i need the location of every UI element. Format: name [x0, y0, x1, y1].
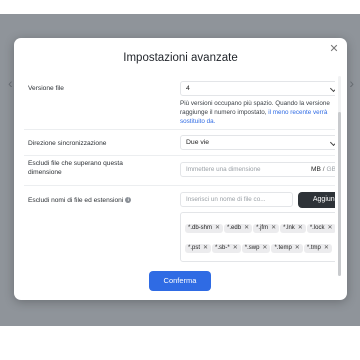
- settings-content: Versione file 4 Più versioni occupano pi…: [24, 76, 335, 270]
- exclude-names-placeholder: Inserisci un nome di file co...: [186, 196, 266, 203]
- remove-tag-icon[interactable]: ✕: [244, 225, 249, 231]
- sync-direction-value: Due vie: [186, 139, 210, 146]
- version-select[interactable]: 4: [180, 81, 335, 96]
- exclude-names-label: Escludi nomi di file ed estensioni i: [28, 196, 148, 205]
- exclude-size-label: Escludi file che superano questa dimensi…: [28, 160, 123, 176]
- exclusion-tag: *.tmp ✕: [303, 244, 332, 253]
- remove-tag-icon[interactable]: ✕: [203, 245, 208, 251]
- exclude-size-row: Escludi file che superano questa dimensi…: [24, 156, 335, 186]
- exclusion-tag-label: *.edb: [227, 225, 242, 231]
- version-value: 4: [186, 85, 190, 92]
- confirm-button[interactable]: Conferma: [149, 271, 211, 291]
- unit-separator: /: [322, 166, 325, 173]
- remove-tag-icon[interactable]: ✕: [233, 245, 238, 251]
- chevron-left-icon[interactable]: ‹: [8, 76, 13, 90]
- exclude-names-row: Escludi nomi di file ed estensioni i Inse…: [24, 186, 335, 270]
- exclusion-tag-label: *.db-shm: [188, 225, 213, 231]
- advanced-settings-dialog: ✕ Impostazioni avanzate Versione file 4 …: [14, 38, 347, 300]
- exclusion-tag: *.sb-* ✕: [212, 244, 241, 253]
- chevron-right-icon[interactable]: ›: [349, 76, 354, 90]
- remove-tag-icon[interactable]: ✕: [328, 225, 333, 231]
- unit-mb[interactable]: MB: [311, 166, 321, 173]
- exclusion-tag: *.lock ✕: [306, 224, 335, 233]
- info-icon[interactable]: i: [125, 197, 132, 204]
- sync-direction-row: Direzione sincronizzazione Due vie: [24, 130, 335, 156]
- exclusion-tag-label: *.swp: [244, 245, 260, 251]
- exclusion-tag: *.db-shm ✕: [185, 224, 224, 233]
- exclude-names-input[interactable]: Inserisci un nome di file co...: [180, 192, 293, 207]
- scrollbar[interactable]: [338, 76, 341, 276]
- unit-toggle[interactable]: MB / GB: [311, 163, 335, 176]
- remove-tag-icon[interactable]: ✕: [215, 225, 220, 231]
- add-button[interactable]: Aggiungi: [298, 192, 335, 208]
- background-bottom: [0, 326, 360, 360]
- dialog-title: Impostazioni avanzate: [123, 52, 238, 64]
- excluded-names-list: *.db-shm ✕ *.edb ✕ *.jfm ✕ *.lnk ✕ *.lock ✕*.pst ✕…: [180, 212, 335, 262]
- unit-gb[interactable]: GB: [326, 166, 335, 173]
- exclusion-tag-label: *.sb-*: [215, 245, 230, 251]
- exclusion-tag-label: *.temp: [274, 245, 292, 251]
- exclusion-tag: *.swp ✕: [241, 244, 271, 253]
- remove-tag-icon[interactable]: ✕: [324, 245, 329, 251]
- chevron-down-icon: [329, 84, 335, 93]
- exclude-size-input[interactable]: Immettere una dimensione MB / GB: [180, 162, 335, 177]
- exclusion-tag-label: *.jfm: [256, 225, 269, 231]
- exclusion-tag-label: *.pst: [188, 245, 201, 251]
- exclude-size-placeholder: Immettere una dimensione: [186, 166, 261, 173]
- remove-tag-icon[interactable]: ✕: [295, 245, 300, 251]
- exclusion-tag-label: *.lock: [309, 225, 325, 231]
- version-help: Più versioni occupano più spazio. Quando…: [180, 99, 335, 126]
- exclusion-tag: *.jfm ✕: [253, 224, 280, 233]
- scrollbar-thumb[interactable]: [338, 112, 341, 276]
- exclusion-tag: *.lnk ✕: [280, 224, 306, 233]
- exclusion-tag: *.pst ✕: [185, 244, 212, 253]
- remove-tag-icon[interactable]: ✕: [262, 245, 267, 251]
- exclusion-tag: *.edb ✕: [224, 224, 253, 233]
- exclusion-tag: *.temp ✕: [271, 244, 303, 253]
- exclude-names-label-text: Escludi nomi di file ed estensioni: [28, 197, 124, 204]
- version-label: Versione file: [28, 85, 64, 92]
- exclusion-tag-label: *.tmp: [306, 245, 321, 251]
- remove-tag-icon[interactable]: ✕: [271, 225, 276, 231]
- version-row: Versione file 4 Più versioni occupano pi…: [24, 76, 335, 130]
- exclusion-tag-label: *.lnk: [283, 225, 295, 231]
- remove-tag-icon[interactable]: ✕: [298, 225, 303, 231]
- sync-direction-label: Direzione sincronizzazione: [28, 140, 107, 147]
- chevron-down-icon: [329, 138, 335, 147]
- sync-direction-select[interactable]: Due vie: [180, 135, 335, 150]
